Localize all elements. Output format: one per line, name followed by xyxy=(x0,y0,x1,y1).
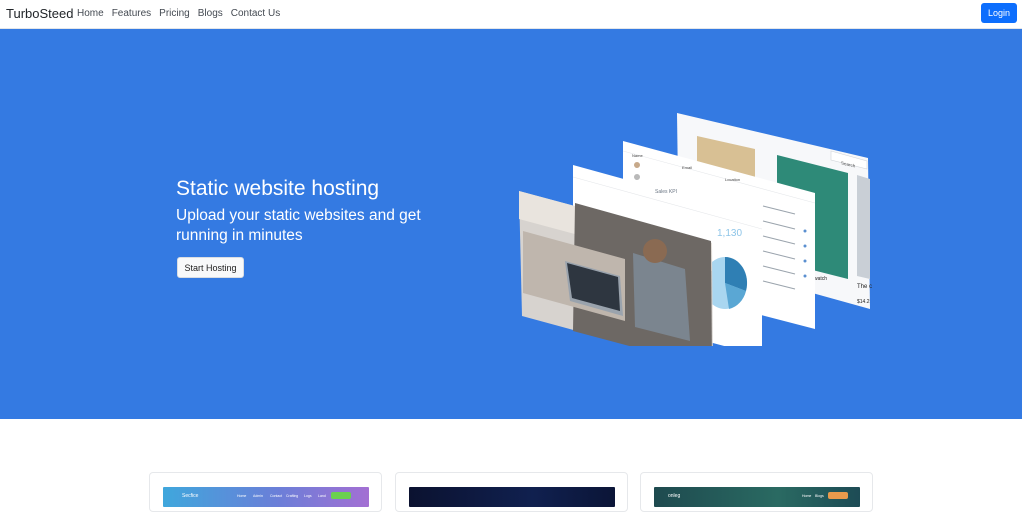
template-logo: Secfice xyxy=(182,493,199,499)
mockup-kpi-value: 1,130 xyxy=(717,228,742,239)
template-thumbnail: onleg Home Blogs xyxy=(654,487,860,507)
template-thumbnail xyxy=(409,487,615,507)
hero-section: Static website hosting Upload your stati… xyxy=(0,29,1022,419)
template-logo: onleg xyxy=(668,493,681,499)
start-hosting-button[interactable]: Start Hosting xyxy=(177,257,244,278)
mockup-product-title: The c xyxy=(857,284,872,290)
nav-link-contact[interactable]: Contact Us xyxy=(231,8,280,19)
template-cta-pill xyxy=(331,492,351,499)
hero-mockup-illustration: Search The c $14.2 watch Name Email Loca… xyxy=(515,111,875,346)
nav-link-home[interactable]: Home xyxy=(77,8,104,19)
template-nav-item: Crafting xyxy=(286,494,299,498)
template-card[interactable]: Secfice Home Admin Contact Crafting Logs… xyxy=(149,472,382,512)
brand-logo[interactable]: TurboSteed xyxy=(6,6,73,21)
template-nav-item: Blogs xyxy=(815,494,824,498)
mockup-product-caption: watch xyxy=(814,276,827,282)
template-nav-item: Home xyxy=(237,494,247,498)
login-button[interactable]: Login xyxy=(981,3,1017,23)
nav-link-blogs[interactable]: Blogs xyxy=(198,8,223,19)
template-nav-item: Contact xyxy=(270,494,283,498)
template-thumbnail: Secfice Home Admin Contact Crafting Logs… xyxy=(163,487,369,507)
hero-subtitle: Upload your static websites and get runn… xyxy=(176,207,421,244)
mockup-dashboard-title: Sales KPI xyxy=(655,189,677,195)
hero-title: Static website hosting xyxy=(176,177,380,200)
template-card[interactable] xyxy=(395,472,628,512)
template-nav-item: Land xyxy=(318,494,326,498)
navbar: TurboSteed Home Features Pricing Blogs C… xyxy=(0,0,1022,29)
templates-section: Secfice Home Admin Contact Crafting Logs… xyxy=(0,419,1022,512)
template-cta-pill xyxy=(828,492,848,499)
template-nav-item: Admin xyxy=(253,494,263,498)
template-nav-item: Home xyxy=(802,494,812,498)
mockup-table-header: Name xyxy=(632,153,643,158)
mockup-table-email: Email xyxy=(682,165,692,170)
template-card[interactable]: onleg Home Blogs xyxy=(640,472,873,512)
nav-link-features[interactable]: Features xyxy=(112,8,151,19)
nav-links: Home Features Pricing Blogs Contact Us xyxy=(77,8,280,19)
nav-link-pricing[interactable]: Pricing xyxy=(159,8,190,19)
template-nav-item: Logs xyxy=(304,494,312,498)
mockup-product-price: $14.2 xyxy=(857,299,870,305)
mockup-table-location: Location xyxy=(725,177,740,182)
